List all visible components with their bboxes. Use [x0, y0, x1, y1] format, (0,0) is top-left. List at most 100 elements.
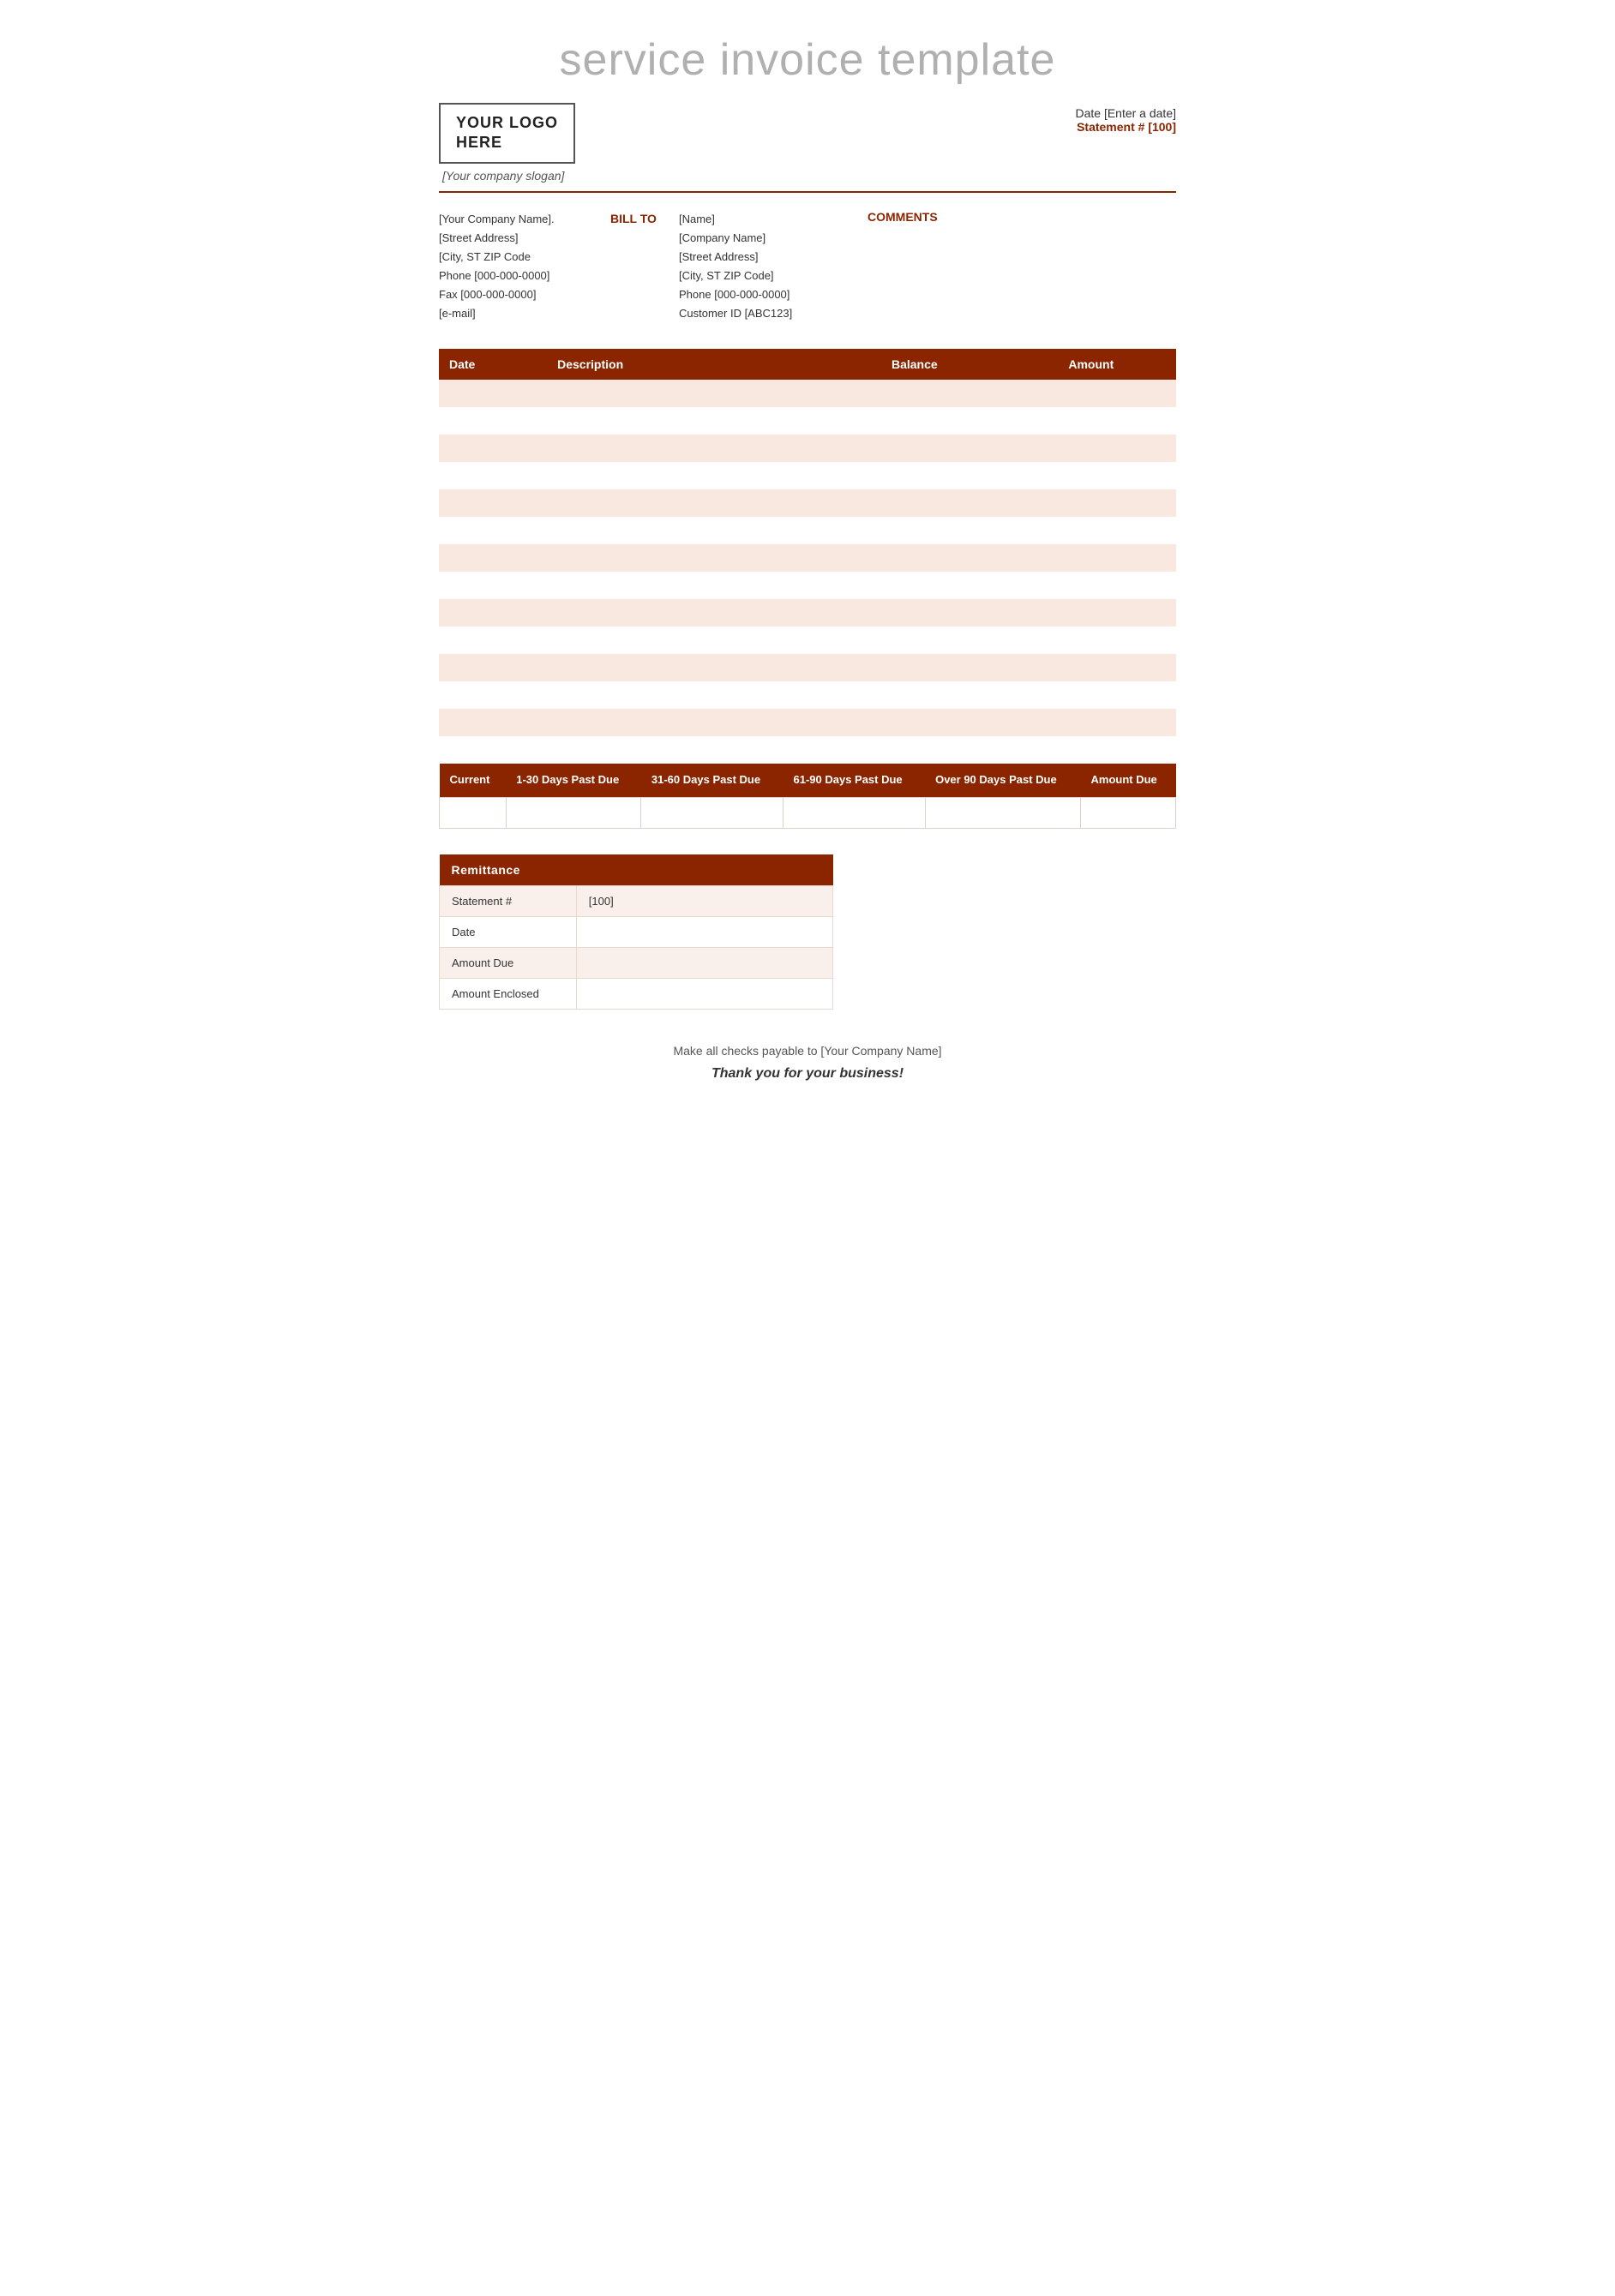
aging-over-90-value: [925, 797, 1080, 828]
remittance-statement-value: [100]: [576, 885, 832, 916]
remittance-amount-enclosed-label: Amount Enclosed: [440, 978, 577, 1009]
cell-amount: [1058, 517, 1176, 544]
cell-balance: [881, 517, 1058, 544]
cell-balance: [881, 572, 1058, 599]
remittance-header-row: Remittance: [440, 854, 833, 886]
cell-desc: [547, 544, 881, 572]
cell-desc: [547, 407, 881, 435]
cell-desc: [547, 380, 881, 407]
aging-header-over-90: Over 90 Days Past Due: [925, 764, 1080, 797]
aging-header-61-90: 61-90 Days Past Due: [783, 764, 925, 797]
company-phone: Phone [000-000-0000]: [439, 267, 610, 285]
cell-date: [439, 407, 547, 435]
billing-section: [Your Company Name]. [Street Address] [C…: [439, 210, 1176, 324]
remittance-amount-due-label: Amount Due: [440, 947, 577, 978]
table-row: [439, 572, 1176, 599]
aging-current-value: [440, 797, 507, 828]
cell-balance: [881, 435, 1058, 462]
company-name: [Your Company Name].: [439, 210, 610, 229]
aging-amount-due-value: [1081, 797, 1176, 828]
cell-desc: [547, 736, 881, 764]
table-row: [439, 435, 1176, 462]
date-value: [Enter a date]: [1104, 106, 1176, 120]
date-statement-area: Date [Enter a date] Statement # [100]: [1075, 106, 1176, 134]
table-row: [439, 544, 1176, 572]
cell-balance: [881, 626, 1058, 654]
cell-amount: [1058, 462, 1176, 489]
table-row: [439, 709, 1176, 736]
page-title: service invoice template: [439, 34, 1176, 86]
company-info: [Your Company Name]. [Street Address] [C…: [439, 210, 610, 324]
cell-date: [439, 517, 547, 544]
cell-amount: [1058, 599, 1176, 626]
bill-to-company: [Company Name]: [679, 229, 868, 248]
cell-balance: [881, 681, 1058, 709]
table-row: [439, 736, 1176, 764]
statement-value: [100]: [1148, 120, 1176, 134]
logo-slogan-area: YOUR LOGO HERE [Your company slogan]: [439, 103, 575, 183]
bill-to-phone: Phone [000-000-0000]: [679, 285, 868, 304]
cell-amount: [1058, 544, 1176, 572]
table-row: [439, 681, 1176, 709]
cell-balance: [881, 462, 1058, 489]
bill-to-city: [City, ST ZIP Code]: [679, 267, 868, 285]
table-row: [439, 599, 1176, 626]
bill-to-street: [Street Address]: [679, 248, 868, 267]
cell-amount: [1058, 681, 1176, 709]
cell-date: [439, 626, 547, 654]
footer-payable-text: Make all checks payable to [Your Company…: [439, 1044, 1176, 1058]
col-header-date: Date: [439, 349, 547, 380]
aging-header-31-60: 31-60 Days Past Due: [641, 764, 783, 797]
date-label: Date: [1075, 106, 1101, 120]
company-fax: Fax [000-000-0000]: [439, 285, 610, 304]
logo-line1: YOUR LOGO: [456, 114, 558, 131]
cell-date: [439, 654, 547, 681]
company-street: [Street Address]: [439, 229, 610, 248]
aging-1-30-value: [506, 797, 641, 828]
cell-balance: [881, 654, 1058, 681]
cell-date: [439, 681, 547, 709]
cell-desc: [547, 709, 881, 736]
company-slogan: [Your company slogan]: [442, 169, 575, 183]
cell-balance: [881, 599, 1058, 626]
cell-desc: [547, 599, 881, 626]
remittance-statement-label: Statement #: [440, 885, 577, 916]
cell-balance: [881, 709, 1058, 736]
cell-amount: [1058, 572, 1176, 599]
cell-date: [439, 709, 547, 736]
statement-label: Statement #: [1077, 120, 1144, 134]
aging-header-amount-due: Amount Due: [1081, 764, 1176, 797]
comments-label: COMMENTS: [868, 210, 1176, 224]
aging-data-row: [440, 797, 1176, 828]
cell-amount: [1058, 709, 1176, 736]
cell-date: [439, 380, 547, 407]
remittance-row-amount-due: Amount Due: [440, 947, 833, 978]
cell-date: [439, 462, 547, 489]
footer-thanks-text: Thank you for your business!: [439, 1066, 1176, 1082]
table-row: [439, 489, 1176, 517]
remittance-amount-enclosed-value: [576, 978, 832, 1009]
logo-box: YOUR LOGO HERE: [439, 103, 575, 164]
remittance-table: Remittance Statement # [100] Date Amount…: [439, 854, 833, 1010]
company-email: [e-mail]: [439, 304, 610, 323]
cell-amount: [1058, 380, 1176, 407]
bill-to-customer-id: Customer ID [ABC123]: [679, 304, 868, 323]
cell-amount: [1058, 736, 1176, 764]
cell-date: [439, 572, 547, 599]
cell-desc: [547, 462, 881, 489]
logo-line2: HERE: [456, 134, 502, 151]
main-table: Date Description Balance Amount: [439, 349, 1176, 764]
cell-desc: [547, 435, 881, 462]
cell-desc: [547, 517, 881, 544]
aging-header-row: Current 1-30 Days Past Due 31-60 Days Pa…: [440, 764, 1176, 797]
cell-balance: [881, 544, 1058, 572]
remittance-date-value: [576, 916, 832, 947]
cell-amount: [1058, 626, 1176, 654]
table-header-row: Date Description Balance Amount: [439, 349, 1176, 380]
company-city: [City, ST ZIP Code: [439, 248, 610, 267]
remittance-amount-due-value: [576, 947, 832, 978]
table-row: [439, 462, 1176, 489]
aging-31-60-value: [641, 797, 783, 828]
cell-balance: [881, 489, 1058, 517]
bill-to-label: BILL TO: [610, 210, 679, 324]
